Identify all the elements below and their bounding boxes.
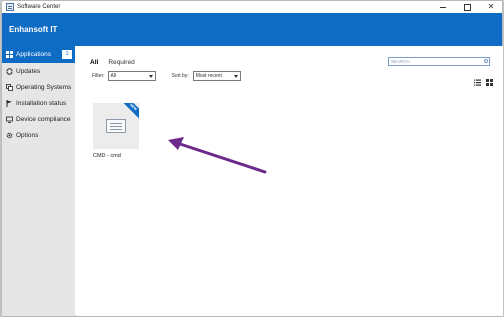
title-bar: Software Center ✕	[2, 1, 502, 13]
tab-all[interactable]: All	[90, 59, 98, 66]
applications-icon	[6, 51, 13, 58]
sidebar-item-label: Applications	[16, 51, 52, 58]
search-input[interactable]: SEARCH	[388, 57, 490, 66]
filter-label: Filter:	[92, 73, 105, 79]
updates-icon	[6, 67, 13, 75]
sidebar-item-label: Installation status	[16, 99, 67, 107]
tab-bar: All Required	[90, 59, 135, 66]
organization-name: Enhansoft IT	[9, 25, 58, 34]
search-placeholder: SEARCH	[391, 59, 410, 64]
sidebar-item-applications[interactable]: Applications 1	[2, 46, 75, 63]
sidebar-item-installation-status[interactable]: Installation status	[2, 95, 75, 111]
list-view-icon[interactable]	[474, 73, 481, 86]
close-button[interactable]: ✕	[486, 2, 496, 12]
minimize-button[interactable]	[438, 2, 448, 12]
app-tile-caption[interactable]: CMD - cmd	[93, 153, 121, 159]
tab-required[interactable]: Required	[108, 59, 134, 66]
sidebar-item-label: Device compliance	[16, 115, 71, 123]
organization-header: Enhansoft IT	[2, 13, 502, 46]
sidebar-item-options[interactable]: Options	[2, 127, 75, 143]
applications-count-badge: 1	[62, 50, 72, 59]
view-toggle	[474, 73, 493, 86]
sidebar-item-device-compliance[interactable]: Device compliance	[2, 111, 75, 127]
main-content: All Required SEARCH Filter: All Sort by:…	[76, 46, 503, 316]
gear-icon	[6, 132, 13, 139]
window-controls: ✕	[438, 1, 496, 13]
filter-select[interactable]: All	[107, 71, 156, 81]
window-title: Software Center	[17, 4, 61, 10]
software-center-window: Software Center ✕ Enhansoft IT Applicati…	[1, 0, 503, 316]
app-tile-cmd[interactable]: NEW	[93, 103, 139, 149]
sidebar: Applications 1 Updates Operating Systems…	[2, 46, 75, 316]
grid-view-icon[interactable]	[486, 73, 493, 86]
sidebar-item-updates[interactable]: Updates	[2, 63, 75, 79]
sidebar-item-label: Operating Systems	[16, 83, 72, 91]
chevron-down-icon	[148, 75, 153, 78]
filter-value: All	[110, 73, 117, 79]
sidebar-item-label: Options	[16, 131, 39, 139]
chevron-down-icon	[233, 75, 238, 78]
sort-label: Sort by:	[171, 73, 189, 79]
maximize-button[interactable]	[462, 2, 472, 12]
filter-sort-row: Filter: All Sort by: Most recent	[92, 71, 241, 81]
sort-select[interactable]: Most recent	[192, 71, 241, 81]
flag-icon	[6, 99, 13, 107]
sort-value: Most recent	[195, 73, 222, 79]
search-icon	[484, 59, 488, 63]
compliance-icon	[6, 116, 13, 123]
application-icon	[106, 119, 126, 133]
sidebar-item-operating-systems[interactable]: Operating Systems	[2, 79, 75, 95]
sidebar-item-label: Updates	[16, 67, 41, 75]
operating-systems-icon	[6, 83, 13, 91]
software-center-icon	[6, 3, 14, 11]
